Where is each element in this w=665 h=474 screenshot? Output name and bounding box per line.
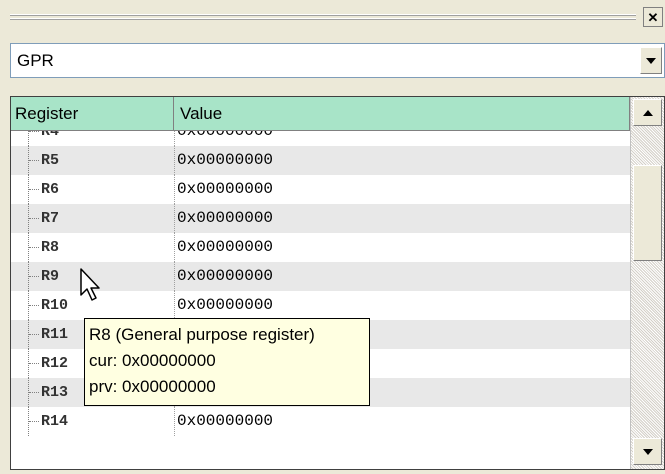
register-value-cell[interactable]: 0x00000000 (174, 175, 630, 204)
arrow-down-icon (642, 448, 653, 455)
register-name: R14 (41, 413, 69, 430)
register-name: R9 (41, 268, 60, 285)
tree-branch (29, 131, 39, 132)
register-value-cell[interactable]: 0x00000000 (174, 233, 630, 262)
table-row[interactable]: R7 0x00000000 (11, 204, 630, 233)
column-header-register[interactable]: Register (11, 97, 174, 130)
register-tooltip: R8 (General purpose register) cur: 0x000… (84, 318, 370, 406)
tree-branch (29, 421, 39, 422)
register-value-cell[interactable]: 0x00000000 (174, 407, 630, 436)
register-group-value: GPR (17, 51, 54, 70)
column-header-value[interactable]: Value (174, 97, 630, 130)
register-name-cell[interactable]: R5 (11, 146, 174, 175)
register-grid[interactable]: R4 0x00000000 R5 0x00000000 R6 0x00000000 R7 0x… (10, 96, 665, 470)
tooltip-previous: prv: 0x00000000 (89, 377, 216, 396)
tree-branch (29, 160, 39, 161)
scroll-thumb[interactable] (633, 165, 662, 261)
register-name: R7 (41, 210, 60, 227)
register-name: R5 (41, 152, 60, 169)
tree-branch (29, 218, 39, 219)
tree-branch (29, 189, 39, 190)
register-name: R13 (41, 384, 69, 401)
register-group-select[interactable]: GPR (10, 43, 665, 78)
dropdown-button[interactable] (640, 47, 662, 74)
tree-branch (29, 305, 39, 306)
register-name-cell[interactable]: R14 (11, 407, 174, 436)
register-value-cell[interactable]: 0x00000000 (174, 291, 630, 320)
register-name: R11 (41, 326, 69, 343)
register-name: R10 (41, 297, 69, 314)
tree-branch (29, 247, 39, 248)
tooltip-title: R8 (General purpose register) (89, 325, 315, 344)
scroll-down-button[interactable] (633, 438, 662, 465)
drag-grip[interactable] (10, 14, 636, 21)
chevron-down-icon (646, 57, 656, 64)
register-name: R8 (41, 239, 60, 256)
tree-branch (29, 363, 39, 364)
register-value-cell[interactable]: 0x00000000 (174, 146, 630, 175)
register-value-cell[interactable]: 0x00000000 (174, 204, 630, 233)
mouse-cursor-icon (80, 268, 100, 301)
tooltip-current: cur: 0x00000000 (89, 351, 216, 370)
panel-title-bar[interactable]: ✕ (0, 0, 665, 34)
tree-branch (29, 334, 39, 335)
vertical-scrollbar[interactable] (630, 97, 664, 469)
close-icon: ✕ (647, 9, 659, 25)
register-name-cell[interactable]: R7 (11, 204, 174, 233)
tree-branch (29, 392, 39, 393)
register-name: R12 (41, 355, 69, 372)
register-value-cell[interactable]: 0x00000000 (174, 262, 630, 291)
close-button[interactable]: ✕ (643, 7, 663, 27)
register-name-cell[interactable]: R6 (11, 175, 174, 204)
register-name: R6 (41, 181, 60, 198)
arrow-up-icon (642, 109, 653, 116)
table-row[interactable]: R8 0x00000000 (11, 233, 630, 262)
table-row[interactable]: R5 0x00000000 (11, 146, 630, 175)
scroll-up-button[interactable] (633, 99, 662, 126)
table-row[interactable]: R14 0x00000000 (11, 407, 630, 436)
register-name-cell[interactable]: R8 (11, 233, 174, 262)
tree-branch (29, 276, 39, 277)
grid-header: Register Value (11, 97, 630, 131)
table-row[interactable]: R6 0x00000000 (11, 175, 630, 204)
